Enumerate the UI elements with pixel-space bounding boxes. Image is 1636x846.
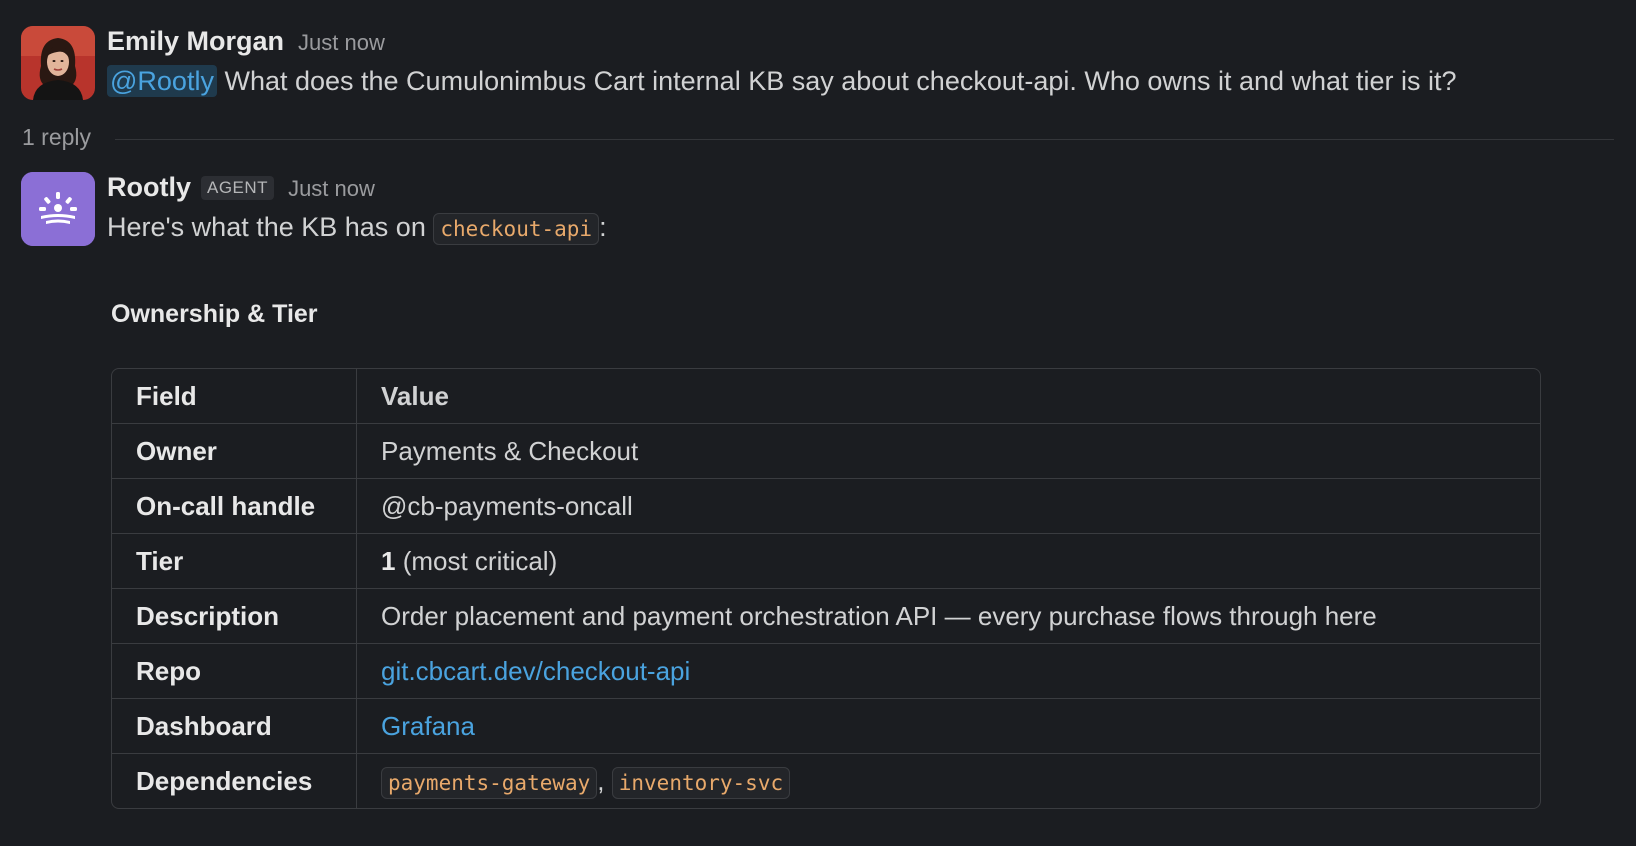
author-name[interactable]: Rootly <box>107 172 191 203</box>
field-cell: Tier <box>112 534 357 589</box>
inline-code-inventory-svc: inventory-svc <box>611 766 791 799</box>
table-row-tier: Tier 1 (most critical) <box>112 534 1540 589</box>
repo-link[interactable]: git.cbcart.dev/checkout-api <box>381 656 690 686</box>
field-cell: Description <box>112 589 357 644</box>
dependency-separator: , <box>597 765 612 796</box>
header-value: Value <box>357 369 1540 424</box>
table-row-repo: Repo git.cbcart.dev/checkout-api <box>112 644 1540 699</box>
user-photo-avatar-icon <box>21 26 95 100</box>
intro-suffix: : <box>599 212 607 242</box>
timestamp[interactable]: Just now <box>298 30 385 56</box>
timestamp[interactable]: Just now <box>288 176 375 202</box>
reply-divider <box>115 139 1614 140</box>
intro-text: Here's what the KB has on <box>107 212 434 242</box>
table-row-dependencies: Dependencies payments-gateway, inventory… <box>112 754 1540 808</box>
field-cell: Dashboard <box>112 699 357 754</box>
field-cell: On-call handle <box>112 479 357 534</box>
value-cell: Payments & Checkout <box>357 424 1540 479</box>
message1-header: Emily Morgan Just now <box>107 26 385 57</box>
section-title: Ownership & Tier <box>111 300 318 328</box>
field-cell: Owner <box>112 424 357 479</box>
field-cell: Dependencies <box>112 754 357 808</box>
kb-table: Field Value Owner Payments & Checkout On… <box>111 368 1541 809</box>
message2-header: Rootly AGENT Just now <box>107 172 375 203</box>
table-row-description: Description Order placement and payment … <box>112 589 1540 644</box>
field-cell: Repo <box>112 644 357 699</box>
agent-badge: AGENT <box>201 176 275 200</box>
header-field: Field <box>112 369 357 424</box>
table-row-oncall: On-call handle @cb-payments-oncall <box>112 479 1540 534</box>
tier-note: (most critical) <box>395 545 558 576</box>
table-row-dashboard: Dashboard Grafana <box>112 699 1540 754</box>
slack-thread: Emily Morgan Just now @Rootly What does … <box>0 0 1636 846</box>
message1-text: What does the Cumulonimbus Cart internal… <box>216 66 1457 96</box>
rootly-logo-icon <box>21 172 95 246</box>
table-row-owner: Owner Payments & Checkout <box>112 424 1540 479</box>
rootly-avatar[interactable] <box>21 172 95 246</box>
value-cell: payments-gateway, inventory-svc <box>357 754 1540 808</box>
author-name[interactable]: Emily Morgan <box>107 26 284 57</box>
value-cell: 1 (most critical) <box>357 534 1540 589</box>
reply-count[interactable]: 1 reply <box>22 124 91 151</box>
message2-intro: Here's what the KB has on checkout-api: <box>107 212 607 245</box>
dashboard-link[interactable]: Grafana <box>381 711 475 741</box>
table-header-row: Field Value <box>112 369 1540 424</box>
message1-body: @Rootly What does the Cumulonimbus Cart … <box>107 65 1457 97</box>
value-cell: Grafana <box>357 699 1540 754</box>
tier-number: 1 <box>381 545 396 576</box>
value-cell: Order placement and payment orchestratio… <box>357 589 1540 644</box>
value-cell: @cb-payments-oncall <box>357 479 1540 534</box>
thread-reply-bar: 1 reply <box>22 124 1614 151</box>
emily-morgan-avatar[interactable] <box>21 26 95 100</box>
value-cell: git.cbcart.dev/checkout-api <box>357 644 1540 699</box>
inline-code-payments-gateway: payments-gateway <box>381 766 598 799</box>
inline-code-checkout-api: checkout-api <box>433 213 600 245</box>
mention-rootly[interactable]: @Rootly <box>107 65 217 97</box>
